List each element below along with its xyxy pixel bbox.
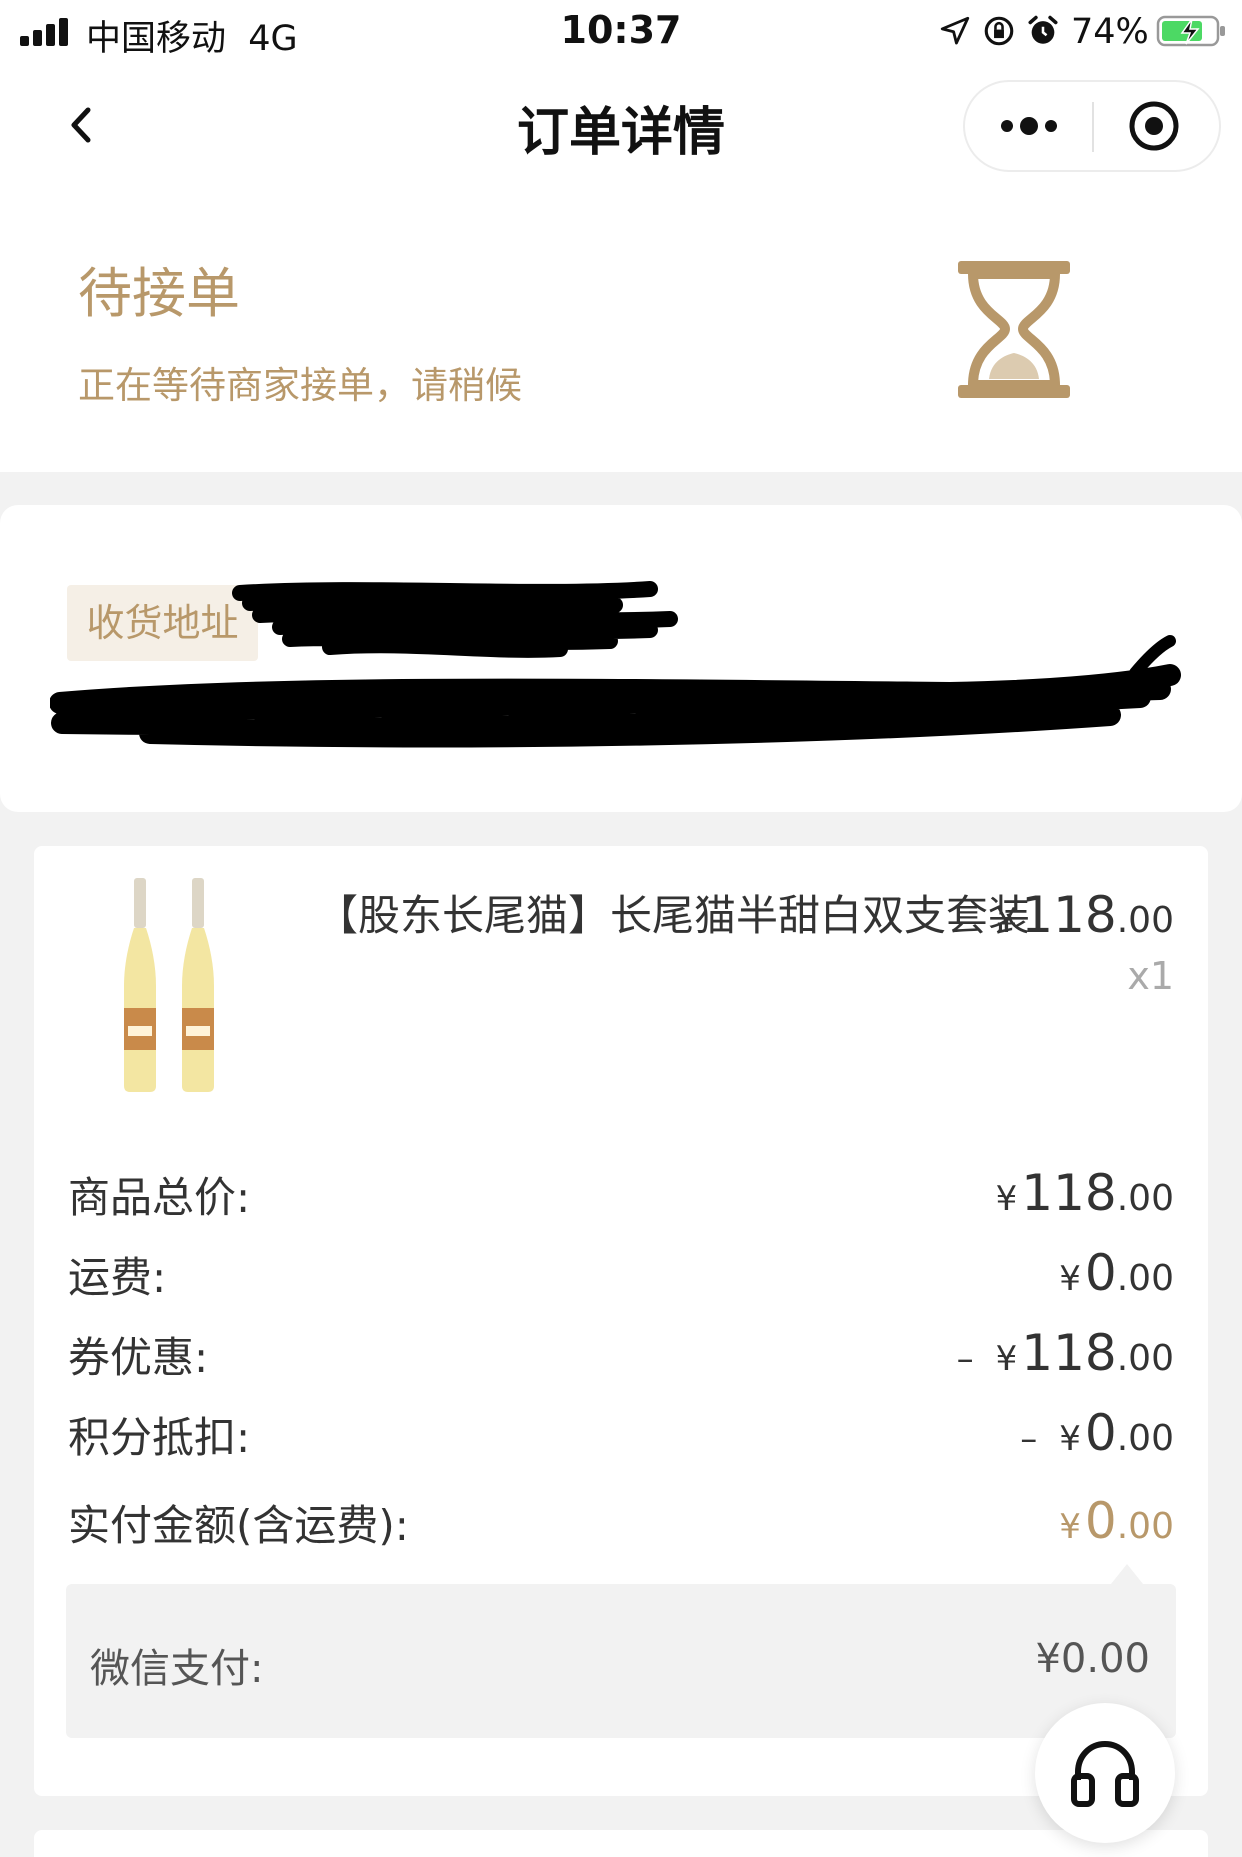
headset-icon bbox=[1071, 1740, 1139, 1807]
redacted-address-scribble bbox=[50, 581, 1181, 748]
paid-amount-label: 实付金额(含运费): bbox=[68, 1501, 409, 1550]
goods-total-row: 商品总价: ¥118.00 bbox=[68, 1164, 1174, 1224]
payment-method-label: 微信支付: bbox=[90, 1646, 264, 1692]
capsule-divider bbox=[1092, 102, 1094, 152]
shipping-label: 运费: bbox=[68, 1253, 167, 1302]
status-description: 正在等待商家接单，请稍候 bbox=[78, 364, 522, 407]
more-dots-icon[interactable] bbox=[965, 82, 1093, 170]
order-status-header: 待接单 正在等待商家接单，请稍候 bbox=[0, 187, 1242, 472]
hourglass-icon bbox=[958, 261, 1070, 398]
battery-percentage: 74% bbox=[1071, 12, 1149, 52]
coupon-row: 券优惠: – ¥118.00 bbox=[68, 1324, 1174, 1384]
goods-total-label: 商品总价: bbox=[68, 1173, 251, 1222]
address-card[interactable]: 收货地址 bbox=[0, 505, 1242, 812]
next-card-edge bbox=[34, 1830, 1208, 1857]
battery-charging-icon bbox=[1156, 15, 1225, 47]
payment-method-value: ¥0.00 bbox=[1035, 1636, 1150, 1682]
goods-total-value: ¥118.00 bbox=[995, 1164, 1174, 1222]
points-row: 积分抵扣: – ¥0.00 bbox=[68, 1404, 1174, 1464]
shipping-row: 运费: ¥0.00 bbox=[68, 1244, 1174, 1304]
points-value: – ¥0.00 bbox=[1020, 1404, 1174, 1462]
product-price: ¥118.00 bbox=[995, 886, 1174, 944]
mini-program-capsule bbox=[963, 80, 1221, 172]
status-bar: 中国移动 4G 10:37 74% bbox=[0, 0, 1242, 62]
product-image[interactable] bbox=[114, 876, 284, 1096]
customer-service-button[interactable] bbox=[1035, 1703, 1175, 1843]
product-name[interactable]: 【股东长尾猫】长尾猫半甜白双支套装 bbox=[316, 883, 1036, 949]
status-icons: 74% bbox=[938, 12, 1234, 52]
alarm-icon bbox=[1028, 15, 1058, 44]
shipping-value: ¥0.00 bbox=[1059, 1244, 1174, 1302]
location-arrow-icon bbox=[940, 16, 970, 45]
coupon-label: 券优惠: bbox=[68, 1333, 209, 1382]
status-title: 待接单 bbox=[78, 262, 240, 325]
paid-amount-value: ¥0.00 bbox=[1059, 1492, 1174, 1550]
order-detail-card: 【股东长尾猫】长尾猫半甜白双支套装 ¥118.00 x1 商品总价: ¥118.… bbox=[34, 846, 1208, 1796]
points-label: 积分抵扣: bbox=[68, 1413, 251, 1462]
product-quantity: x1 bbox=[1127, 954, 1174, 998]
payment-method-box: 微信支付: ¥0.00 bbox=[66, 1564, 1176, 1738]
paid-amount-row: 实付金额(含运费): ¥0.00 bbox=[68, 1492, 1174, 1552]
coupon-value: – ¥118.00 bbox=[956, 1324, 1174, 1382]
rotation-lock-icon bbox=[984, 16, 1014, 46]
navigation-bar: 订单详情 bbox=[0, 62, 1242, 187]
close-target-icon[interactable] bbox=[1095, 82, 1219, 170]
